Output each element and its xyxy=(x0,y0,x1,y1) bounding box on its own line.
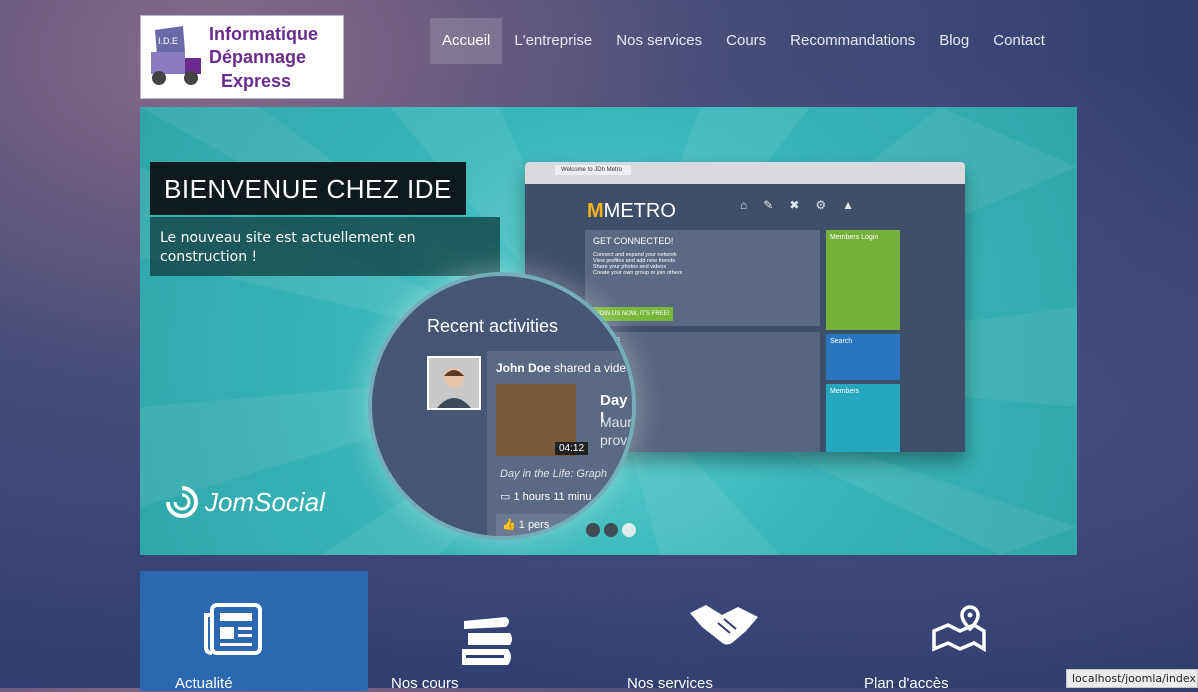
feature-plan[interactable]: Plan d'accès xyxy=(824,571,1052,692)
thumbs-up-icon: 👍 xyxy=(502,519,516,531)
get-connected-title: GET CONNECTED! xyxy=(593,236,674,246)
members-panel: Members xyxy=(826,384,900,452)
slide-subtitle: Le nouveau site est actuellement en cons… xyxy=(150,217,500,276)
video-desc-line: prov xyxy=(600,432,628,448)
likes-text: 1 pers xyxy=(518,519,550,531)
browser-tab: Welcome to JDh Metro xyxy=(555,165,631,175)
activity-headline: John Doe shared a video xyxy=(496,361,633,375)
metro-logo-text: METRO xyxy=(603,200,676,222)
connect-item: Create your own group or join others xyxy=(593,270,683,276)
search-panel: Search xyxy=(826,334,900,380)
feature-label: Plan d'accès xyxy=(864,675,949,692)
main-nav: Accueil L'entreprise Nos services Cours … xyxy=(430,18,1057,64)
nav-item-recommandations[interactable]: Recommandations xyxy=(778,18,927,64)
nav-item-blog[interactable]: Blog xyxy=(927,18,981,64)
video-caption: Day in the Life: Graph xyxy=(500,468,608,480)
magnifier-lens: Recent activities John Doe shared a vide… xyxy=(368,272,636,540)
video-duration: 04:12 xyxy=(555,442,589,455)
members-login-panel: Members Login xyxy=(826,230,900,330)
activity-action: shared a video xyxy=(554,361,633,375)
jomsocial-swirl-icon xyxy=(166,486,198,518)
browser-toolbar: Welcome to JDh Metro xyxy=(525,162,965,184)
slider-dot-1[interactable] xyxy=(586,523,600,537)
jomsocial-brand: JomSocial xyxy=(165,485,325,519)
feature-cours[interactable]: Nos cours xyxy=(368,571,596,692)
jomsocial-text: JomSocial xyxy=(205,486,325,517)
feature-label: Nos cours xyxy=(391,675,459,692)
tools-icon: ✖ xyxy=(789,198,800,212)
feature-services[interactable]: Nos services xyxy=(596,571,824,692)
mockup-nav-icons: ⌂ ✎ ✖ ⚙ ▲ xyxy=(740,198,854,212)
activity-time: ▭ 1 hours 11 minu xyxy=(500,490,592,503)
pencil-icon: ✎ xyxy=(763,198,774,212)
home-icon: ⌂ xyxy=(740,198,748,212)
logo-emblem-icon: I.D.E xyxy=(151,26,201,85)
logo-line-1: Informatique xyxy=(209,24,319,44)
gear-icon: ⚙ xyxy=(815,198,827,212)
avatar xyxy=(427,356,481,410)
feature-actualite[interactable]: Actualité xyxy=(140,571,368,692)
recent-activities-title: Recent activities xyxy=(427,316,559,336)
activity-user-name: John Doe xyxy=(496,361,551,375)
nav-item-accueil[interactable]: Accueil xyxy=(430,18,503,64)
nav-item-cours[interactable]: Cours xyxy=(714,18,778,64)
join-button: JOIN US NOW, IT'S FREE! xyxy=(593,307,673,321)
feature-links: Actualité Nos cours Nos services Plan d'… xyxy=(140,571,1077,692)
nav-item-entreprise[interactable]: L'entreprise xyxy=(502,18,604,64)
slider-dot-2[interactable] xyxy=(604,523,618,537)
monitor-icon: ▭ xyxy=(500,491,511,503)
handshake-icon xyxy=(690,605,758,645)
books-icon xyxy=(462,617,512,665)
activity-time-text: 1 hours 11 minu xyxy=(513,491,592,503)
site-logo[interactable]: I.D.E Informatique Dépannage Express xyxy=(140,15,344,99)
feature-label: Nos services xyxy=(627,675,713,692)
nav-item-services[interactable]: Nos services xyxy=(604,18,714,64)
status-bar-url: localhost/joomla/index.p xyxy=(1066,669,1198,688)
mountain-icon: ▲ xyxy=(842,198,855,212)
slider-pagination xyxy=(586,523,636,537)
logo-line-3: Express xyxy=(221,71,292,91)
hero-slider[interactable]: BIENVENUE CHEZ IDE Le nouveau site est a… xyxy=(140,107,1077,555)
slide-title: BIENVENUE CHEZ IDE xyxy=(150,162,466,215)
logo-emblem-text: I.D.E xyxy=(158,36,178,46)
nav-item-contact[interactable]: Contact xyxy=(981,18,1057,64)
logo-line-2: Dépannage xyxy=(209,47,307,67)
feature-label: Actualité xyxy=(175,675,233,692)
newspaper-icon xyxy=(204,603,262,655)
user-avatar-icon xyxy=(429,358,479,408)
metro-logo: MMETRO xyxy=(587,200,676,222)
slider-dot-3[interactable] xyxy=(622,523,636,537)
video-desc-line: Mauri xyxy=(600,414,636,430)
map-pin-icon xyxy=(932,605,986,653)
